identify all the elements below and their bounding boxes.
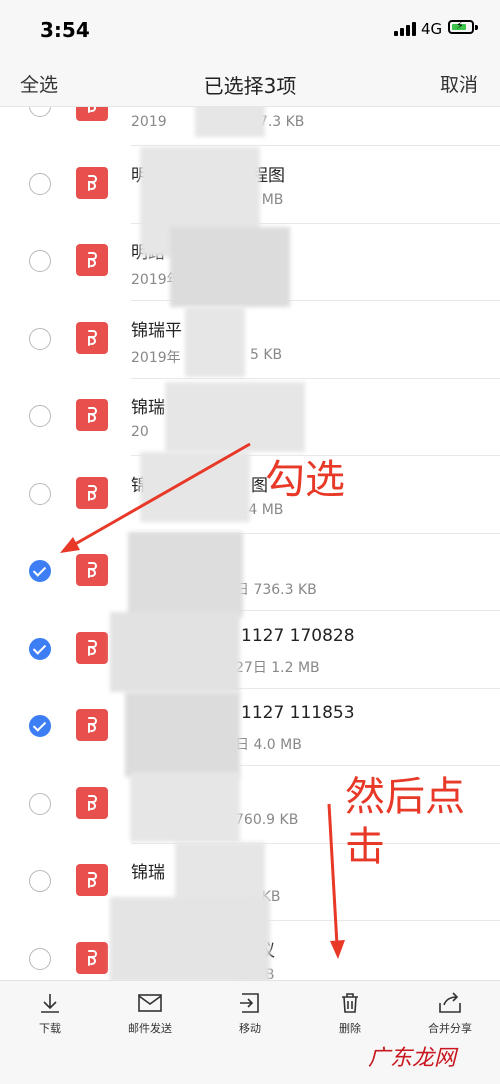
arrow-to-toolbar <box>327 803 339 946</box>
download-icon <box>41 994 59 1013</box>
download-label: 下载 <box>39 1022 61 1035</box>
move-icon <box>240 993 259 1013</box>
mail-icon <box>138 994 162 1012</box>
arrow-head-left <box>60 537 80 553</box>
watermark-text: 广东龙网 <box>368 1046 457 1071</box>
nav-bar: 全选 已选择3项 取消 <box>0 58 500 107</box>
share-icon <box>439 992 461 1013</box>
annotation-then-click: 然后点击 <box>345 774 465 870</box>
email-label: 邮件发送 <box>128 1022 172 1035</box>
status-time: 3:54 <box>40 18 90 42</box>
email-button[interactable]: 邮件发送 <box>105 991 195 1036</box>
network-type: 4G <box>421 20 443 38</box>
delete-label: 删除 <box>339 1022 361 1035</box>
share-label: 合并分享 <box>428 1022 472 1035</box>
status-bar: 3:54 4G ⚡ <box>0 0 500 58</box>
arrow-head-down <box>330 940 345 959</box>
delete-button[interactable]: 删除 <box>305 991 395 1036</box>
arrow-to-checkbox <box>69 442 251 549</box>
cancel-button[interactable]: 取消 <box>440 70 478 97</box>
selection-title: 已选择3项 <box>203 74 297 98</box>
trash-icon <box>342 993 358 1013</box>
battery-tip <box>475 25 478 30</box>
battery-icon: ⚡ <box>448 19 474 34</box>
move-button[interactable]: 移动 <box>205 991 295 1036</box>
share-button[interactable]: 合并分享 <box>405 991 495 1036</box>
annotation-check: 勾选 <box>265 457 345 503</box>
download-button[interactable]: 下载 <box>5 991 95 1036</box>
signal-icon <box>394 22 416 36</box>
file-list: 201967.3 KB明程图3.8 MB明路2019年.3 KB锦瑞平2019年… <box>0 107 500 980</box>
move-label: 移动 <box>239 1022 261 1035</box>
